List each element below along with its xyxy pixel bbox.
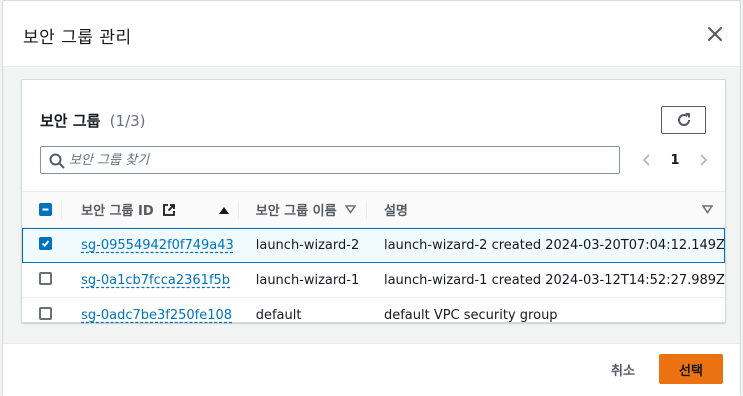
- security-group-description: launch-wizard-1 created 2024-03-12T14:52…: [383, 272, 725, 288]
- search-field[interactable]: [40, 146, 620, 174]
- refresh-icon: [677, 113, 690, 126]
- select-button[interactable]: 선택: [659, 354, 723, 384]
- security-group-name: launch-wizard-1: [255, 272, 360, 288]
- modal-header: 보안 그룹 관리: [3, 1, 740, 67]
- refresh-button[interactable]: [661, 106, 706, 134]
- manage-security-groups-modal: 보안 그룹 관리 보안 그룹 (1/3) 보안 그룹 찾기 1 보안 그룹 ID…: [2, 0, 741, 396]
- security-group-name: launch-wizard-2: [255, 237, 360, 253]
- security-group-id-link[interactable]: sg-09554942f0f749a43: [81, 238, 234, 253]
- column-header-name[interactable]: 보안 그룹 이름: [237, 192, 366, 228]
- security-group-description: launch-wizard-2 created 2024-03-20T07:04…: [383, 237, 725, 253]
- sort-caret-icon[interactable]: [344, 205, 356, 214]
- current-page-number[interactable]: 1: [670, 153, 679, 168]
- table-row[interactable]: sg-09554942f0f749a43 launch-wizard-2 lau…: [22, 227, 725, 263]
- panel-title-text: 보안 그룹: [40, 112, 101, 130]
- select-all-header: [22, 192, 61, 228]
- cancel-button[interactable]: 취소: [599, 354, 647, 384]
- modal-footer: 취소 선택: [3, 343, 740, 396]
- table-row[interactable]: sg-0a1cb7fcca2361f5b launch-wizard-1 lau…: [22, 263, 725, 298]
- checkmark-icon: [41, 239, 50, 247]
- row-checkbox[interactable]: [39, 271, 52, 285]
- row-checkbox[interactable]: [39, 236, 52, 250]
- security-group-description: default VPC security group: [383, 307, 558, 323]
- column-header-id-label: 보안 그룹 ID: [81, 204, 154, 219]
- pagination: 1: [640, 146, 710, 174]
- close-icon: [708, 27, 722, 41]
- security-group-id-link[interactable]: sg-0a1cb7fcca2361f5b: [81, 273, 230, 288]
- column-header-id[interactable]: 보안 그룹 ID: [61, 192, 238, 228]
- panel-title: 보안 그룹 (1/3): [40, 110, 146, 131]
- search-input[interactable]: [69, 147, 609, 173]
- security-group-name: default: [255, 307, 302, 323]
- table-header-row: 보안 그룹 ID 보안 그룹 이름 설명: [22, 191, 725, 228]
- search-icon: [49, 153, 65, 169]
- column-header-description-label: 설명: [383, 204, 408, 219]
- row-checkbox[interactable]: [39, 306, 52, 320]
- column-header-description[interactable]: 설명: [365, 192, 725, 228]
- modal-body: 보안 그룹 (1/3) 1: [3, 67, 740, 343]
- select-all-checkbox[interactable]: [39, 203, 52, 216]
- modal-title: 보안 그룹 관리: [23, 28, 132, 48]
- chevron-left-icon[interactable]: [640, 153, 654, 167]
- indeterminate-icon: [42, 208, 49, 211]
- chevron-right-icon[interactable]: [696, 153, 710, 167]
- table-row[interactable]: sg-0adc7be3f250fe108 default default VPC…: [22, 298, 725, 333]
- sort-ascending-icon[interactable]: [218, 205, 230, 215]
- security-groups-panel: 보안 그룹 (1/3) 1: [21, 79, 726, 323]
- close-button[interactable]: [706, 25, 724, 43]
- security-groups-table: 보안 그룹 ID 보안 그룹 이름 설명 sg-09554942f0f749a4…: [22, 191, 725, 333]
- external-link-icon: [162, 203, 175, 216]
- column-header-name-label: 보안 그룹 이름: [255, 204, 337, 219]
- selection-count: (1/3): [109, 112, 146, 130]
- security-group-id-link[interactable]: sg-0adc7be3f250fe108: [81, 308, 232, 323]
- sort-caret-icon[interactable]: [702, 205, 713, 214]
